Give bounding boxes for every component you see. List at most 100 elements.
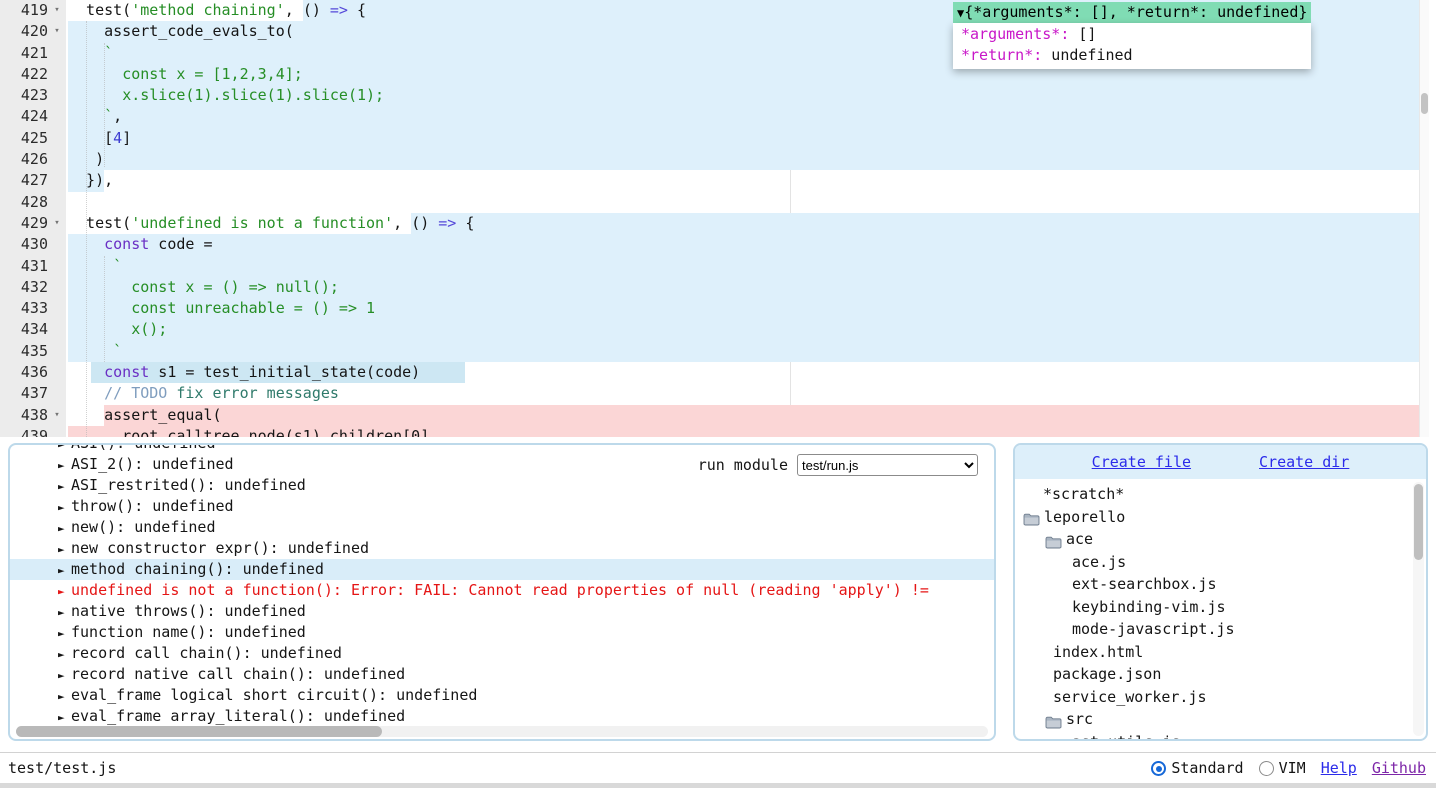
tree-item[interactable]: service_worker.js — [1015, 686, 1426, 709]
editor-line[interactable]: 437 // TODO fix error messages — [0, 383, 1419, 404]
test-result-row[interactable]: ►record native call chain(): undefined — [10, 664, 994, 685]
horizontal-scrollbar-thumb[interactable] — [16, 726, 382, 737]
eval-result-entry[interactable]: *arguments*: [] — [961, 24, 1303, 45]
editor-line[interactable]: 425 [4] — [0, 128, 1419, 149]
editor-scrollbar[interactable] — [1419, 0, 1429, 437]
expand-triangle-icon[interactable]: ► — [58, 602, 71, 623]
tree-item[interactable]: src — [1015, 708, 1426, 731]
expand-triangle-icon[interactable]: ► — [58, 455, 71, 476]
editor-line[interactable]: 434 x(); — [0, 319, 1419, 340]
tree-item[interactable]: leporello — [1015, 506, 1426, 529]
fold-marker-icon[interactable]: ▾ — [48, 405, 66, 426]
horizontal-scrollbar[interactable] — [16, 726, 988, 737]
test-result-row[interactable]: ►eval_frame logical short circuit(): und… — [10, 685, 994, 706]
line-content[interactable]: test('undefined is not a function', () =… — [66, 213, 1419, 234]
line-content[interactable]: ) — [66, 149, 1419, 170]
line-content[interactable]: root_calltree_node(s1).children[0], — [66, 426, 1419, 437]
expand-triangle-icon[interactable]: ► — [58, 686, 71, 707]
line-gutter: 420▾ — [0, 21, 66, 42]
test-result-row[interactable]: ►undefined is not a function(): Error: F… — [10, 580, 994, 601]
tree-item[interactable]: ext-searchbox.js — [1015, 573, 1426, 596]
editor-line[interactable]: 427 }), — [0, 170, 1419, 191]
line-content[interactable]: x.slice(1).slice(1).slice(1); — [66, 85, 1419, 106]
module-select[interactable]: test/run.js — [797, 454, 978, 476]
fold-marker-icon[interactable]: ▾ — [48, 213, 66, 234]
editor-line[interactable]: 429▾ test('undefined is not a function',… — [0, 213, 1419, 234]
code-token — [68, 342, 113, 360]
editor-line[interactable]: 430 const code = — [0, 234, 1419, 255]
expand-triangle-icon[interactable]: ► — [58, 623, 71, 644]
expand-triangle-icon[interactable]: ► — [58, 539, 71, 560]
editor-line[interactable]: 424 `, — [0, 106, 1419, 127]
line-content[interactable]: const x = () => null(); — [66, 277, 1419, 298]
expand-triangle-icon[interactable]: ► — [58, 581, 71, 602]
tree-item[interactable]: keybinding-vim.js — [1015, 596, 1426, 619]
editor-line[interactable]: 432 const x = () => null(); — [0, 277, 1419, 298]
line-content[interactable]: ` — [66, 341, 1419, 362]
line-content[interactable]: assert_equal( — [66, 405, 1419, 426]
editor-line[interactable]: 435 ` — [0, 341, 1419, 362]
status-link-github[interactable]: Github — [1372, 753, 1426, 784]
file-tree-scrollbar-thumb[interactable] — [1414, 484, 1423, 560]
keybinding-option[interactable]: Standard — [1151, 753, 1243, 784]
test-result-row[interactable]: ►record call chain(): undefined — [10, 643, 994, 664]
tree-item-label: src — [1066, 708, 1093, 731]
test-result-row[interactable]: ►eval_frame array_literal(): undefined — [10, 706, 994, 727]
test-result-row[interactable]: ►new(): undefined — [10, 517, 994, 538]
keybinding-option[interactable]: VIM — [1259, 753, 1306, 784]
fold-marker-icon[interactable]: ▾ — [48, 0, 66, 21]
fold-marker-icon[interactable]: ▾ — [48, 21, 66, 42]
editor-line[interactable]: 433 const unreachable = () => 1 — [0, 298, 1419, 319]
editor-line[interactable]: 438▾ assert_equal( — [0, 405, 1419, 426]
line-content[interactable]: x(); — [66, 319, 1419, 340]
test-result-row[interactable]: ►function name(): undefined — [10, 622, 994, 643]
test-result-row[interactable]: ►method chaining(): undefined — [10, 559, 994, 580]
test-result-row-partial[interactable]: ►ASI(): undefined — [10, 443, 994, 454]
file-tree-scrollbar[interactable] — [1413, 482, 1424, 736]
code-token: test( — [68, 214, 131, 232]
eval-result-summary[interactable]: ▼{*arguments*: [], *return*: undefined} — [953, 2, 1311, 23]
tree-item[interactable]: ace — [1015, 528, 1426, 551]
tree-item[interactable]: package.json — [1015, 663, 1426, 686]
test-result-row[interactable]: ►ASI_restrited(): undefined — [10, 475, 994, 496]
expand-triangle-icon[interactable]: ► — [58, 665, 71, 686]
line-content[interactable]: [4] — [66, 128, 1419, 149]
tree-item[interactable]: ace.js — [1015, 551, 1426, 574]
editor-line[interactable]: 428 — [0, 192, 1419, 213]
line-content[interactable]: const unreachable = () => 1 — [66, 298, 1419, 319]
test-result-row[interactable]: ►new constructor expr(): undefined — [10, 538, 994, 559]
radio-button-icon[interactable] — [1151, 761, 1166, 776]
code-editor[interactable]: 419▾ test('method chaining', () => {420▾… — [0, 0, 1436, 437]
expand-triangle-icon[interactable]: ► — [58, 644, 71, 665]
tree-item[interactable]: ast_utils.js — [1015, 731, 1426, 742]
expand-triangle-icon[interactable]: ► — [58, 560, 71, 581]
tree-item[interactable]: index.html — [1015, 641, 1426, 664]
line-content[interactable]: // TODO fix error messages — [66, 383, 1419, 404]
line-gutter: 438▾ — [0, 405, 66, 426]
test-result-row[interactable]: ►throw(): undefined — [10, 496, 994, 517]
create-dir-link[interactable]: Create dir — [1259, 453, 1349, 471]
line-content[interactable]: }), — [66, 170, 1419, 191]
editor-line[interactable]: 439 root_calltree_node(s1).children[0], — [0, 426, 1419, 437]
create-file-link[interactable]: Create file — [1092, 453, 1191, 471]
editor-line[interactable]: 431 ` — [0, 256, 1419, 277]
editor-scrollbar-thumb[interactable] — [1421, 93, 1428, 114]
expand-triangle-icon[interactable]: ► — [58, 707, 71, 728]
editor-line[interactable]: 436 const s1 = test_initial_state(code) — [0, 362, 1419, 383]
editor-line[interactable]: 426 ) — [0, 149, 1419, 170]
test-result-row[interactable]: ►native throws(): undefined — [10, 601, 994, 622]
tree-item[interactable]: *scratch* — [1015, 483, 1426, 506]
line-content[interactable]: const code = — [66, 234, 1419, 255]
status-link-help[interactable]: Help — [1321, 753, 1357, 784]
line-content[interactable]: ` — [66, 256, 1419, 277]
expand-triangle-icon[interactable]: ► — [58, 518, 71, 539]
expand-triangle-icon[interactable]: ► — [58, 476, 71, 497]
editor-line[interactable]: 423 x.slice(1).slice(1).slice(1); — [0, 85, 1419, 106]
line-content[interactable] — [66, 192, 1419, 213]
line-content[interactable]: const s1 = test_initial_state(code) — [66, 362, 1419, 383]
expand-triangle-icon[interactable]: ► — [58, 497, 71, 518]
tree-item[interactable]: mode-javascript.js — [1015, 618, 1426, 641]
radio-button-icon[interactable] — [1259, 761, 1274, 776]
line-content[interactable]: `, — [66, 106, 1419, 127]
eval-result-entry[interactable]: *return*: undefined — [961, 45, 1303, 66]
